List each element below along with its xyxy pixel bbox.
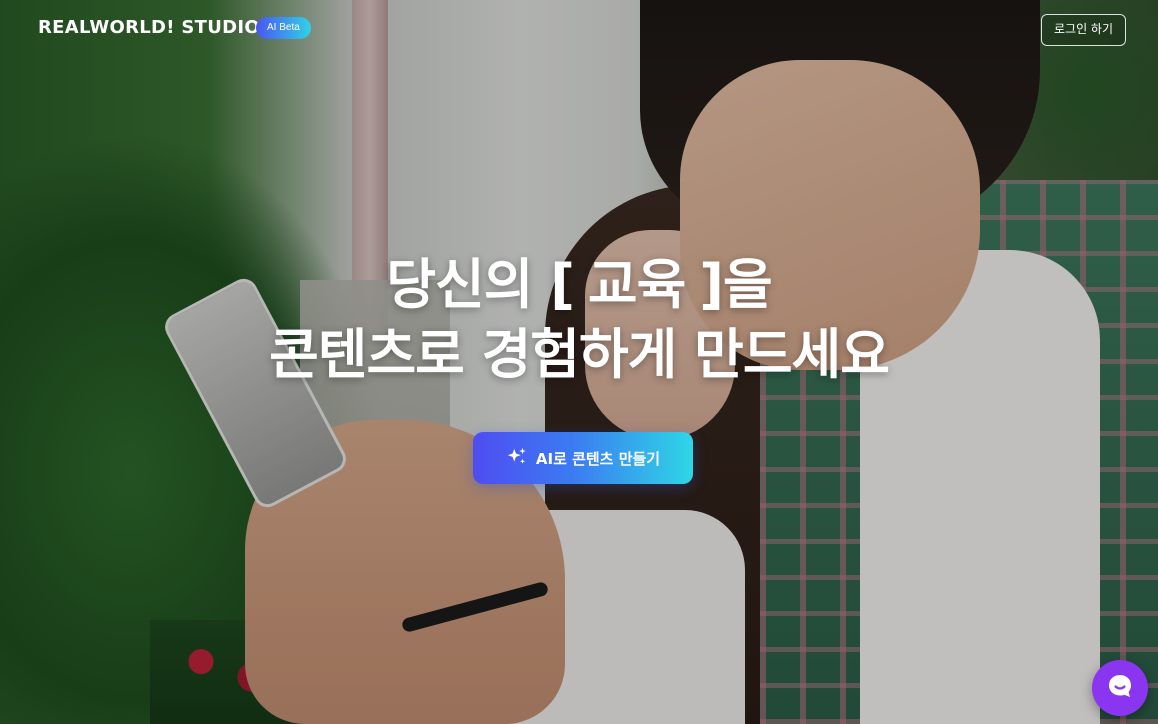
chat-widget-button[interactable] <box>1092 660 1148 716</box>
sparkle-icon <box>506 446 528 471</box>
create-content-ai-button[interactable]: AI로 콘텐츠 만들기 <box>473 432 693 484</box>
ai-beta-badge: AI Beta <box>256 17 311 39</box>
hero-line1-prefix: 당신의 [ <box>386 253 575 316</box>
hero-section: 당신의 [교육]을 콘텐츠로 경험하게 만드세요 <box>0 250 1158 390</box>
landing-page: REALWORLD! STUDIO AI Beta 로그인 하기 당신의 [교육… <box>0 0 1158 724</box>
hero-keyword: 교육 <box>587 253 686 316</box>
brand-logo[interactable]: REALWORLD! STUDIO <box>38 17 260 38</box>
cta-label: AI로 콘텐츠 만들기 <box>535 449 661 468</box>
hero-headline-line2: 콘텐츠로 경험하게 만드세요 <box>269 323 890 386</box>
chat-bubble-icon <box>1105 671 1135 705</box>
login-button[interactable]: 로그인 하기 <box>1040 14 1126 46</box>
top-nav: REALWORLD! STUDIO AI Beta 로그인 하기 <box>0 0 1158 56</box>
hero-line1-suffix: ]을 <box>699 253 772 316</box>
hero-headline-line1: 당신의 [교육]을 <box>0 250 1158 320</box>
